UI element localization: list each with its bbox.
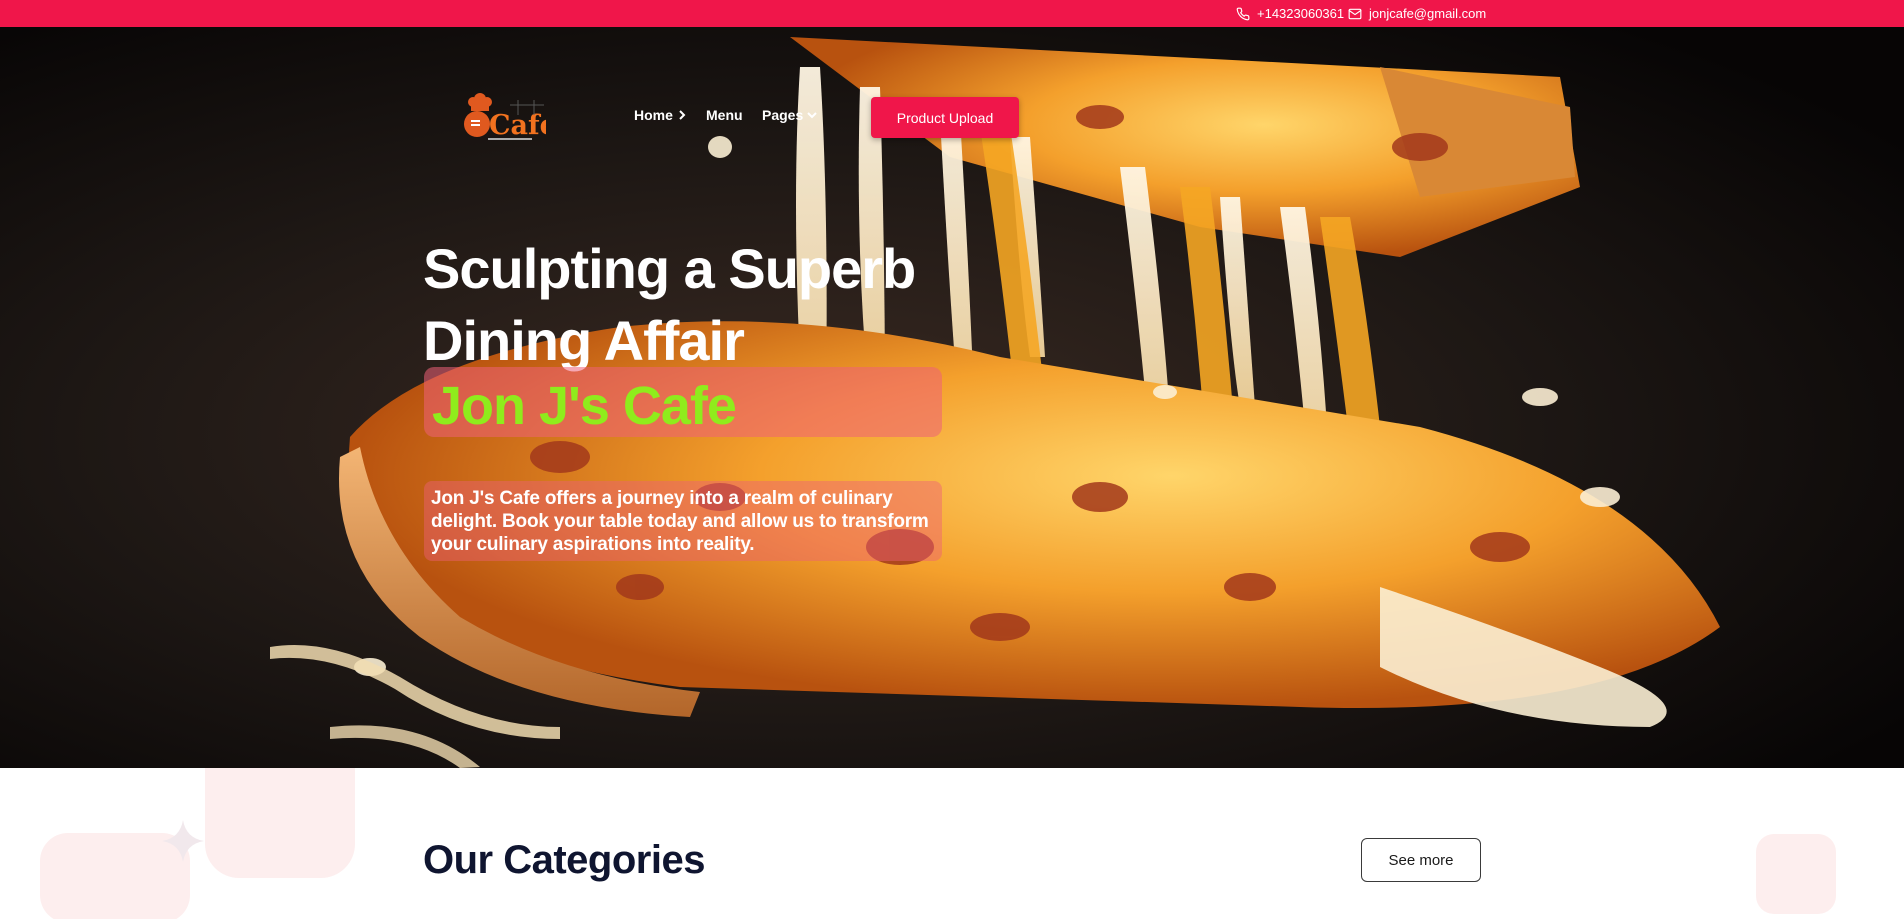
sparkle-icon [162, 820, 204, 862]
see-more-button[interactable]: See more [1361, 838, 1481, 882]
email-address: jonjcafe@gmail.com [1369, 6, 1487, 21]
chevron-down-icon [807, 112, 817, 119]
hero-headline: Sculpting a Superb Dining Affair [423, 233, 943, 377]
nav-menu[interactable]: Menu [706, 107, 743, 123]
email-contact[interactable]: jonjcafe@gmail.com [1348, 4, 1486, 23]
decorative-shape [1756, 834, 1836, 914]
phone-number: +14323060361 [1257, 6, 1345, 21]
section-title: Our Categories [423, 838, 705, 882]
headline-line-1: Sculpting a Superb [423, 237, 916, 300]
top-contact-bar: +14323060361 jonjcafe@gmail.com [0, 0, 1904, 27]
nav-menu-label: Menu [706, 107, 743, 123]
mail-icon [1348, 8, 1362, 19]
cafe-logo[interactable]: Cafe [460, 91, 546, 143]
hero-description: Jon J's Cafe offers a journey into a rea… [431, 488, 929, 555]
pizza-hero-image [0, 27, 1904, 768]
hero-banner: Cafe Home Menu Pages Product Upload Scul… [0, 27, 1904, 768]
decorative-shape [205, 768, 355, 878]
phone-icon [1236, 7, 1250, 20]
nav-pages[interactable]: Pages [762, 107, 817, 123]
nav-pages-label: Pages [762, 107, 804, 123]
brand-name: Jon J's Cafe [432, 376, 737, 436]
nav-home-label: Home [634, 107, 673, 123]
chevron-right-icon [679, 110, 686, 120]
product-upload-button[interactable]: Product Upload [871, 97, 1019, 138]
nav-home[interactable]: Home [634, 107, 687, 123]
categories-section: Our Categories See more [0, 768, 1904, 919]
phone-contact[interactable]: +14323060361 [1236, 4, 1344, 23]
